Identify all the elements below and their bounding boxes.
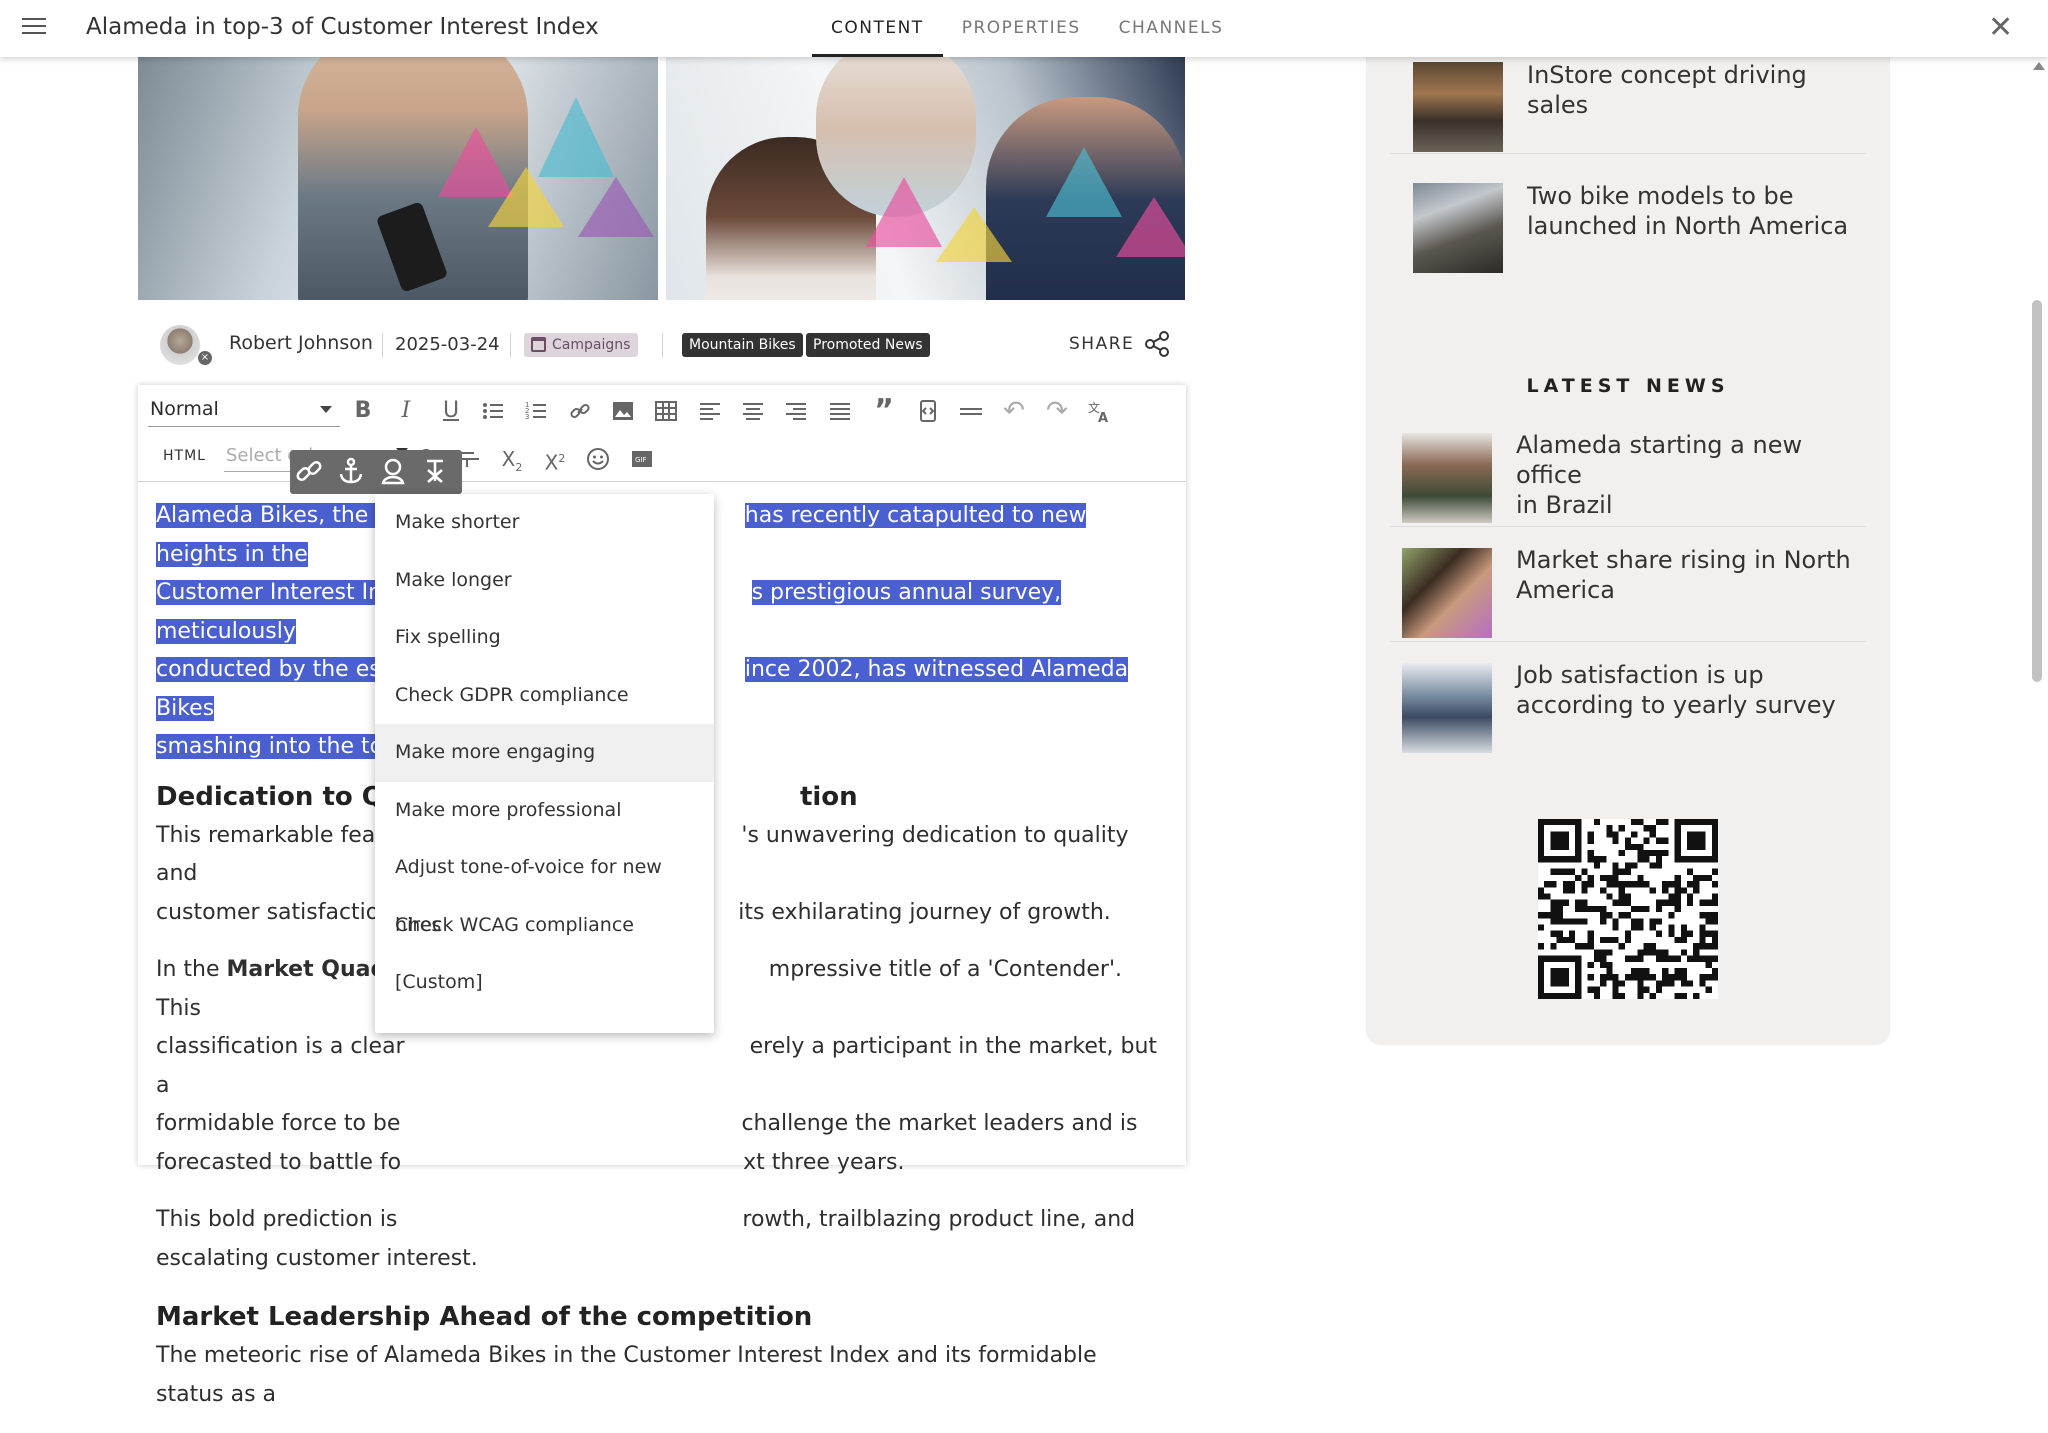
share-button[interactable]: SHARE [1069,334,1134,354]
hero-image-right [666,57,1185,300]
campaign-tag[interactable]: Campaigns [524,333,639,357]
document-title: Alameda in top-3 of Customer Interest In… [86,14,599,40]
remove-author-icon[interactable]: × [198,351,212,365]
news-thumbnail [1402,433,1492,523]
news-title: InStore concept driving sales [1527,61,1807,119]
subscript-icon[interactable]: X2 [497,444,527,474]
latest-news-item[interactable]: Market share rising in North America [1390,527,1866,642]
tag-promoted-news[interactable]: Promoted News [806,333,930,357]
svg-text:A: A [1098,411,1108,423]
related-news-panel: InStore concept driving sales Two bike mo… [1366,40,1890,1045]
hero-image-left [138,57,658,300]
news-title: Market share rising in North America [1516,546,1851,604]
link-icon[interactable] [294,456,326,488]
redo-icon[interactable]: ↷ [1042,396,1072,426]
news-thumbnail [1413,62,1503,152]
heading-market-leadership: Market Leadership Ahead of the competiti… [156,1302,813,1332]
latest-news-title: LATEST NEWS [1526,375,1730,397]
divider [510,333,511,357]
avatar[interactable] [160,325,200,365]
svg-text:3: 3 [525,413,529,421]
ai-make-more-engaging[interactable]: Make more engaging [375,724,714,782]
undo-icon[interactable]: ↶ [999,396,1029,426]
numbered-list-icon[interactable]: 123 [521,396,551,426]
ai-make-longer[interactable]: Make longer [375,552,714,610]
emoji-icon[interactable] [583,444,613,474]
campaign-store-icon [531,337,546,352]
italic-icon[interactable]: I [391,396,421,426]
paragraph-prediction: This bold prediction is rowth, trailblazi… [156,1207,1136,1271]
superscript-icon[interactable]: X2 [540,444,570,475]
tab-properties[interactable]: PROPERTIES [943,0,1100,57]
ai-custom[interactable]: [Custom] [375,954,714,1012]
author-name: Robert Johnson [229,332,373,354]
tab-channels[interactable]: CHANNELS [1100,0,1243,57]
latest-news-item[interactable]: Alameda starting a new office in Brazil [1390,412,1866,527]
table-icon[interactable] [651,396,681,426]
ai-make-more-professional[interactable]: Make more professional [375,782,714,840]
align-right-icon[interactable] [781,396,811,426]
code-block-icon[interactable] [913,396,943,426]
image-icon[interactable] [608,396,638,426]
ai-make-shorter[interactable]: Make shorter [375,494,714,552]
link-icon[interactable] [565,396,595,426]
tab-bar: CONTENT PROPERTIES CHANNELS [812,0,1242,57]
align-justify-icon[interactable] [825,396,855,426]
paragraph-format-select[interactable]: Normal [148,391,340,427]
paragraph-format-value: Normal [150,398,219,420]
article-meta-row: × Robert Johnson 2025-03-24 Campaigns Mo… [160,325,1170,365]
ai-check-wcag[interactable]: Check WCAG compliance [375,897,714,955]
svg-text:GIF: GIF [635,456,647,464]
ai-assistant-menu: Make shorter Make longer Fix spelling Ch… [375,494,714,1033]
news-title: Alameda starting a new office in Brazil [1516,431,1803,519]
close-icon[interactable]: ✕ [1988,13,2013,43]
chevron-down-icon [320,406,332,413]
bold-icon[interactable]: B [348,396,378,426]
translate-icon[interactable]: 文A [1085,396,1115,426]
latest-news-item[interactable]: Job satisfaction is up according to yearl… [1390,642,1866,757]
news-thumbnail [1413,183,1503,273]
tag-mountain-bikes[interactable]: Mountain Bikes [682,333,803,357]
ai-fix-spelling[interactable]: Fix spelling [375,609,714,667]
align-left-icon[interactable] [695,396,725,426]
underline-icon[interactable]: U [436,396,466,426]
gif-icon[interactable]: GIF [627,444,657,474]
user-mention-icon[interactable] [378,456,410,488]
publish-date: 2025-03-24 [395,334,500,355]
bullet-list-icon[interactable] [478,396,508,426]
divider [382,333,383,357]
quote-icon[interactable]: ” [869,396,899,426]
ai-check-gdpr[interactable]: Check GDPR compliance [375,667,714,725]
remove-format-icon[interactable] [420,456,452,488]
top-bar: Alameda in top-3 of Customer Interest In… [0,0,2048,57]
html-toggle[interactable]: HTML [163,448,206,464]
divider [662,333,663,357]
horizontal-rule-icon[interactable] [956,396,986,426]
news-title: Job satisfaction is up according to yearl… [1516,661,1836,719]
tab-content[interactable]: CONTENT [812,0,943,57]
related-item[interactable]: InStore concept driving sales [1390,40,1866,154]
news-title: Two bike models to be launched in North A… [1527,182,1849,240]
news-thumbnail [1402,663,1492,753]
share-icon[interactable] [1142,329,1172,359]
qr-code [1538,819,1718,999]
link-popover [290,450,462,494]
hamburger-menu-icon[interactable] [22,18,46,38]
related-item[interactable]: Two bike models to be launched in North A… [1390,154,1866,279]
scroll-up-icon[interactable] [2033,62,2045,70]
anchor-icon[interactable] [336,456,368,488]
align-center-icon[interactable] [738,396,768,426]
campaign-tag-label: Campaigns [552,337,631,353]
scrollbar-thumb[interactable] [2032,300,2042,682]
paragraph-meteoric-rise: The meteoric rise of Alameda Bikes in th… [156,1343,1097,1407]
ai-adjust-tone[interactable]: Adjust tone-of-voice for new hires [375,839,714,936]
news-thumbnail [1402,548,1492,638]
